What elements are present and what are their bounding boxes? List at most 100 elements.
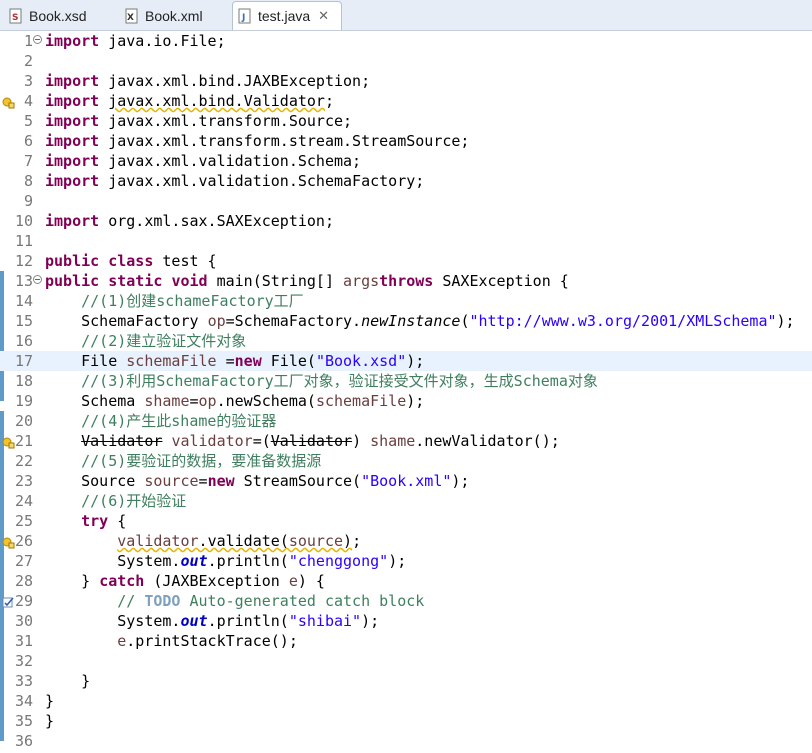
code-line[interactable]: 12 public class test {	[0, 251, 812, 271]
code-text: // TODO Auto-generated catch block	[117, 592, 425, 610]
code-line[interactable]: 1 import java.io.File;	[0, 31, 812, 51]
code-line[interactable]: 36	[0, 731, 812, 751]
code-line[interactable]: 26 validator.validate(source);	[0, 531, 812, 551]
line-number: 16	[14, 332, 33, 350]
tab-book-xsd[interactable]: S Book.xsd	[4, 2, 112, 29]
line-number: 11	[14, 232, 33, 250]
line-number: 8	[23, 172, 33, 190]
code-line[interactable]: 6 import javax.xml.transform.stream.Strea…	[0, 131, 812, 151]
code-text: import javax.xml.bind.Validator;	[45, 92, 334, 110]
code-text: import java.io.File;	[45, 32, 226, 50]
code-text: validator.validate(source);	[117, 532, 362, 550]
code-text: }	[81, 672, 91, 690]
java-file-icon: J	[237, 8, 253, 24]
code-line[interactable]: 18 //(3)利用SchemaFactory工厂对象，验证接受文件对象，生成S…	[0, 371, 812, 391]
code-line[interactable]: 11	[0, 231, 812, 251]
code-text: import javax.xml.validation.Schema;	[45, 152, 362, 170]
line-number: 9	[23, 192, 33, 210]
code-text: import javax.xml.transform.Source;	[45, 112, 353, 130]
line-number: 5	[23, 112, 33, 130]
code-line[interactable]: 17 File schemaFile =new File("Book.xsd")…	[0, 351, 812, 371]
code-line[interactable]: 27 System.out.println("chenggong");	[0, 551, 812, 571]
line-number: 33	[14, 672, 33, 690]
code-line[interactable]: 14 //(1)创建schameFactory工厂	[0, 291, 812, 311]
code-line[interactable]: 10 import org.xml.sax.SAXException;	[0, 211, 812, 231]
code-line[interactable]: 22 //(5)要验证的数据，要准备数据源	[0, 451, 812, 471]
line-number: 25	[14, 512, 33, 530]
code-line[interactable]: 28 } catch (JAXBException e) {	[0, 571, 812, 591]
code-text: System.out.println("chenggong");	[117, 552, 407, 570]
warning-marker-icon[interactable]	[2, 94, 15, 109]
line-number: 35	[14, 712, 33, 730]
line-number: 2	[23, 52, 33, 70]
code-line[interactable]: 16 //(2)建立验证文件对象	[0, 331, 812, 351]
tab-label: Book.xsd	[29, 7, 87, 24]
line-number: 31	[14, 632, 33, 650]
code-text: import javax.xml.bind.JAXBException;	[45, 72, 371, 90]
line-number: 36	[14, 732, 33, 750]
code-text: Source source=new StreamSource("Book.xml…	[81, 472, 470, 490]
code-text: try {	[81, 512, 127, 530]
line-number: 7	[23, 152, 33, 170]
code-text: public static void main(String[] argsthr…	[45, 272, 569, 290]
task-marker-icon[interactable]	[2, 594, 15, 608]
code-text: public class test {	[45, 252, 217, 270]
code-line[interactable]: 20 //(4)产生此shame的验证器	[0, 411, 812, 431]
xml-file-icon: X	[124, 8, 140, 24]
close-icon[interactable]: ✕	[318, 8, 329, 24]
code-text: //(4)产生此shame的验证器	[81, 412, 277, 430]
code-line[interactable]: 25 try {	[0, 511, 812, 531]
code-line[interactable]: 13 public static void main(String[] argst…	[0, 271, 812, 291]
code-text: e.printStackTrace();	[117, 632, 298, 650]
code-line[interactable]: 33 }	[0, 671, 812, 691]
code-line[interactable]: 24 //(6)开始验证	[0, 491, 812, 511]
code-text: } catch (JAXBException e) {	[81, 572, 325, 590]
code-text: import javax.xml.validation.SchemaFactor…	[45, 172, 425, 190]
code-line[interactable]: 23 Source source=new StreamSource("Book.…	[0, 471, 812, 491]
line-number: 6	[23, 132, 33, 150]
line-number: 32	[14, 652, 33, 670]
svg-text:J: J	[241, 13, 245, 23]
fold-toggle-icon[interactable]	[33, 35, 42, 44]
code-line[interactable]: 31 e.printStackTrace();	[0, 631, 812, 651]
code-line[interactable]: 2	[0, 51, 812, 71]
code-text: //(5)要验证的数据，要准备数据源	[81, 452, 322, 470]
code-line[interactable]: 34}	[0, 691, 812, 711]
code-line[interactable]: 3 import javax.xml.bind.JAXBException;	[0, 71, 812, 91]
code-line[interactable]: 4 import javax.xml.bind.Validator;	[0, 91, 812, 111]
line-number: 34	[14, 692, 33, 710]
code-text: //(1)创建schameFactory工厂	[81, 292, 304, 310]
svg-text:X: X	[127, 13, 134, 23]
code-line[interactable]: 7 import javax.xml.validation.Schema;	[0, 151, 812, 171]
code-text: System.out.println("shibai");	[117, 612, 380, 630]
line-number: 1	[23, 32, 33, 50]
code-text: File schemaFile =new File("Book.xsd");	[81, 352, 425, 370]
code-line[interactable]: 5 import javax.xml.transform.Source;	[0, 111, 812, 131]
code-line[interactable]: 30 System.out.println("shibai");	[0, 611, 812, 631]
code-text: import org.xml.sax.SAXException;	[45, 212, 334, 230]
tab-test-java[interactable]: J test.java ✕	[232, 1, 342, 30]
line-number: 18	[14, 372, 33, 390]
code-text: }	[45, 712, 55, 730]
code-text: //(2)建立验证文件对象	[81, 332, 247, 350]
tab-book-xml[interactable]: X Book.xml	[120, 2, 228, 29]
code-line[interactable]: 19 Schema shame=op.newSchema(schemaFile)…	[0, 391, 812, 411]
xsd-file-icon: S	[8, 8, 24, 24]
code-line[interactable]: 32	[0, 651, 812, 671]
tab-label: test.java	[258, 8, 311, 24]
code-text: //(6)开始验证	[81, 492, 187, 510]
code-line[interactable]: 29 // TODO Auto-generated catch block	[0, 591, 812, 611]
tab-label: Book.xml	[145, 7, 203, 24]
code-line[interactable]: 8 import javax.xml.validation.SchemaFacto…	[0, 171, 812, 191]
warning-marker-icon[interactable]	[2, 434, 15, 449]
code-line[interactable]: 15 SchemaFactory op=SchemaFactory.newIns…	[0, 311, 812, 331]
fold-toggle-icon[interactable]	[33, 275, 42, 284]
line-number: 20	[14, 412, 33, 430]
svg-text:S: S	[12, 13, 18, 23]
warning-marker-icon[interactable]	[2, 534, 15, 549]
code-line[interactable]: 35}	[0, 711, 812, 731]
line-number: 15	[14, 312, 33, 330]
code-line[interactable]: 9	[0, 191, 812, 211]
code-line[interactable]: 21 Validator validator=(Validator) shame…	[0, 431, 812, 451]
editor-tab-bar: S Book.xsd X Book.xml J test.java ✕	[0, 0, 812, 31]
